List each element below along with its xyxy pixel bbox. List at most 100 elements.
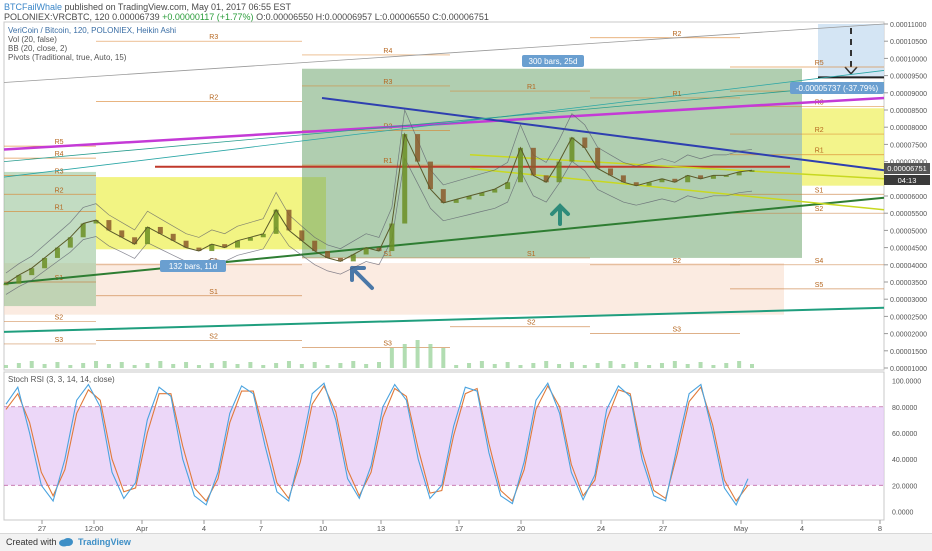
- volume-bar-40: [518, 365, 523, 368]
- pivot-label-17: S1: [383, 251, 392, 258]
- volume-bar-52: [672, 361, 677, 368]
- volume-bar-56: [724, 363, 729, 368]
- volume-bar-53: [685, 364, 690, 368]
- pivot-label-16: R1: [383, 158, 392, 165]
- volume-bar-19: [248, 362, 253, 368]
- volume-bar-34: [441, 348, 446, 368]
- pivot-label-20: S1: [527, 251, 536, 258]
- y-tick-label-20: 0.00001000: [890, 366, 927, 373]
- legend-pivots: Pivots (Traditional, true, Auto, 15): [8, 53, 127, 62]
- volume-bar-7: [94, 361, 99, 368]
- volume-bar-50: [647, 365, 652, 368]
- lower-zone: [4, 263, 784, 315]
- volume-bar-55: [711, 365, 716, 368]
- legend-stoch: Stoch RSI (3, 3, 14, 14, close): [8, 375, 115, 384]
- pivot-label-23: R1: [673, 91, 682, 98]
- volume-bar-18: [235, 364, 240, 368]
- x-tick-label-6: 13: [377, 524, 385, 533]
- y-tick-label-10: 0.00006000: [890, 194, 927, 201]
- pivot-label-12: S2: [209, 333, 218, 340]
- volume-bar-30: [389, 348, 394, 368]
- volume-bar-9: [119, 362, 124, 368]
- x-tick-label-4: 7: [259, 524, 263, 533]
- range-box-left: [4, 171, 96, 307]
- bars-left-label: 132 bars, 11d: [169, 262, 217, 271]
- chart-canvas[interactable]: R5R4R3R2R1S1S2S3R3R2S1S1S2R4R3R2R1S1S3R1…: [0, 0, 932, 533]
- volume-bar-23: [299, 364, 304, 368]
- stoch-y-label-3: 40.0000: [892, 457, 917, 464]
- bars-mid-label: 300 bars, 25d: [529, 57, 578, 66]
- volume-bar-6: [81, 363, 86, 368]
- legend-vol: Vol (20, false): [8, 35, 57, 44]
- x-tick-label-13: 8: [878, 524, 882, 533]
- y-tick-label-3: 0.00009500: [890, 74, 927, 81]
- volume-bar-51: [659, 363, 664, 368]
- volume-bar-17: [222, 361, 227, 368]
- y-tick-label-13: 0.00004500: [890, 246, 927, 253]
- y-tick-label-2: 0.00010000: [890, 56, 927, 63]
- volume-bar-54: [698, 362, 703, 368]
- pivot-label-4: R1: [55, 204, 64, 211]
- pivot-label-26: R5: [815, 60, 824, 67]
- volume-bar-26: [338, 363, 343, 368]
- volume-bar-36: [467, 363, 472, 368]
- footer-brand[interactable]: TradingView: [78, 537, 131, 547]
- legend-main: VeriCoin / Bitcoin, 120, POLONIEX, Heiki…: [8, 26, 176, 35]
- measure-label: -0.00005737 (-37.79%): [796, 84, 879, 93]
- pivot-label-19: R1: [527, 84, 536, 91]
- x-tick-label-0: 27: [38, 524, 46, 533]
- volume-bar-2: [29, 361, 34, 368]
- volume-bar-20: [261, 365, 266, 368]
- volume-bar-25: [325, 365, 330, 368]
- volume-bar-37: [479, 361, 484, 368]
- volume-bar-1: [16, 363, 21, 368]
- volume-bar-13: [171, 364, 176, 368]
- pivot-label-33: S4: [815, 258, 824, 265]
- y-tick-label-11: 0.00005500: [890, 211, 927, 218]
- pivot-label-34: S5: [815, 282, 824, 289]
- volume-bar-39: [505, 362, 510, 368]
- volume-bar-24: [312, 362, 317, 368]
- volume-bar-28: [364, 364, 369, 368]
- pivot-label-9: R2: [209, 94, 218, 101]
- volume-bar-14: [184, 362, 189, 368]
- pivot-label-21: S2: [527, 320, 536, 327]
- x-tick-label-12: 4: [800, 524, 804, 533]
- stoch-y-label-2: 60.0000: [892, 431, 917, 438]
- volume-bar-27: [351, 361, 356, 368]
- x-tick-label-5: 10: [319, 524, 327, 533]
- time-badge-label: 04:13: [898, 176, 917, 185]
- volume-bar-35: [454, 365, 459, 368]
- volume-bar-48: [621, 364, 626, 368]
- volume-bar-10: [132, 365, 137, 368]
- pivot-label-25: S3: [673, 327, 682, 334]
- legend-bb: BB (20, close, 2): [8, 44, 67, 53]
- volume-bar-33: [428, 344, 433, 368]
- volume-bar-22: [286, 361, 291, 368]
- x-tick-label-9: 24: [597, 524, 605, 533]
- price-badge-label: 0.00006751: [887, 164, 927, 173]
- x-tick-label-3: 4: [202, 524, 206, 533]
- pivot-label-31: S1: [815, 187, 824, 194]
- volume-bar-16: [209, 363, 214, 368]
- volume-bar-31: [402, 344, 407, 368]
- x-tick-label-11: May: [734, 524, 748, 533]
- pivot-label-32: S2: [815, 206, 824, 213]
- pivot-label-24: S2: [673, 258, 682, 265]
- volume-bar-4: [55, 362, 60, 368]
- y-tick-label-16: 0.00003000: [890, 297, 927, 304]
- y-tick-label-18: 0.00002000: [890, 332, 927, 339]
- pivot-label-7: S3: [55, 337, 64, 344]
- stoch-y-label-1: 80.0000: [892, 405, 917, 412]
- volume-bar-42: [544, 361, 549, 368]
- volume-bar-29: [377, 362, 381, 368]
- tradingview-cloud-icon: [59, 538, 73, 547]
- y-tick-label-12: 0.00005000: [890, 228, 927, 235]
- pivot-label-14: R3: [383, 79, 392, 86]
- pivot-label-29: R2: [815, 127, 824, 134]
- volume-bar-21: [274, 363, 279, 368]
- volume-bar-58: [750, 364, 754, 368]
- price-candle-0: [3, 283, 9, 286]
- volume-bar-44: [569, 362, 574, 368]
- volume-bar-49: [634, 362, 639, 368]
